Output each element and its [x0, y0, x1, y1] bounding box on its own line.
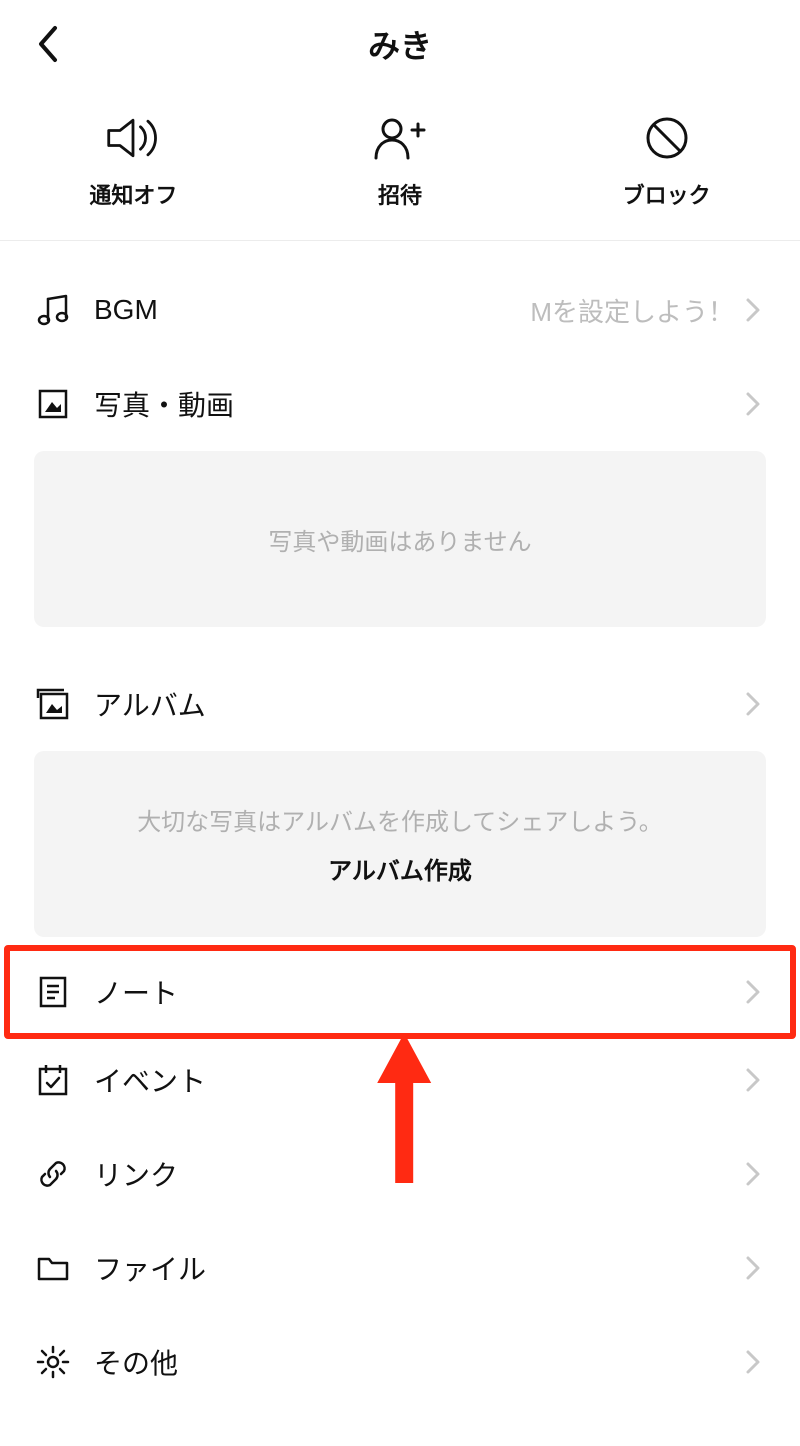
music-icon: [34, 291, 72, 329]
header: みき: [0, 0, 800, 88]
gear-icon: [34, 1343, 72, 1381]
speaker-icon: [105, 116, 161, 160]
block-button[interactable]: ブロック: [533, 88, 800, 240]
album-empty-hint: 大切な写真はアルバムを作成してシェアしよう。: [137, 802, 663, 837]
photos-row[interactable]: 写真・動画: [34, 357, 766, 451]
link-icon: [34, 1155, 72, 1193]
link-label: リンク: [94, 1154, 178, 1194]
bgm-label: BGM: [94, 294, 158, 326]
chevron-right-icon: [740, 979, 766, 1005]
back-button[interactable]: [28, 24, 68, 64]
image-icon: [34, 385, 72, 423]
block-label: ブロック: [623, 178, 711, 210]
event-label: イベント: [94, 1060, 206, 1100]
photos-empty-text: 写真や動画はありません: [268, 522, 531, 557]
note-highlight-annotation: ノート: [4, 945, 796, 1039]
folder-icon: [34, 1249, 72, 1287]
note-row[interactable]: ノート: [34, 951, 766, 1033]
photos-label: 写真・動画: [94, 384, 234, 424]
invite-button[interactable]: 招待: [267, 88, 534, 240]
album-row[interactable]: アルバム: [34, 657, 766, 751]
bgm-row[interactable]: BGM Mを設定しよう！: [34, 263, 766, 357]
chevron-right-icon: [740, 1067, 766, 1093]
bgm-hint: Mを設定しよう！: [530, 292, 734, 329]
page-title: みき: [368, 21, 432, 67]
note-label: ノート: [94, 972, 178, 1012]
note-icon: [34, 973, 72, 1011]
arrow-up-icon: [369, 1033, 439, 1193]
notification-off-button[interactable]: 通知オフ: [0, 88, 267, 240]
chevron-right-icon: [740, 297, 766, 323]
action-bar: 通知オフ 招待 ブロック: [0, 88, 800, 241]
calendar-check-icon: [34, 1061, 72, 1099]
album-icon: [34, 685, 72, 723]
person-plus-icon: [372, 116, 428, 160]
photos-empty-box: 写真や動画はありません: [34, 451, 766, 627]
block-icon: [639, 116, 695, 160]
chevron-right-icon: [740, 691, 766, 717]
other-label: その他: [94, 1342, 178, 1382]
file-label: ファイル: [94, 1248, 206, 1288]
other-row[interactable]: その他: [34, 1315, 766, 1409]
album-label: アルバム: [94, 684, 206, 724]
album-create-button[interactable]: アルバム作成: [328, 851, 472, 886]
chevron-left-icon: [35, 24, 61, 64]
chevron-right-icon: [740, 1349, 766, 1375]
chevron-right-icon: [740, 1161, 766, 1187]
album-empty-box: 大切な写真はアルバムを作成してシェアしよう。 アルバム作成: [34, 751, 766, 937]
file-row[interactable]: ファイル: [34, 1221, 766, 1315]
notification-off-label: 通知オフ: [89, 178, 177, 210]
chevron-right-icon: [740, 1255, 766, 1281]
chevron-right-icon: [740, 391, 766, 417]
invite-label: 招待: [378, 178, 422, 210]
